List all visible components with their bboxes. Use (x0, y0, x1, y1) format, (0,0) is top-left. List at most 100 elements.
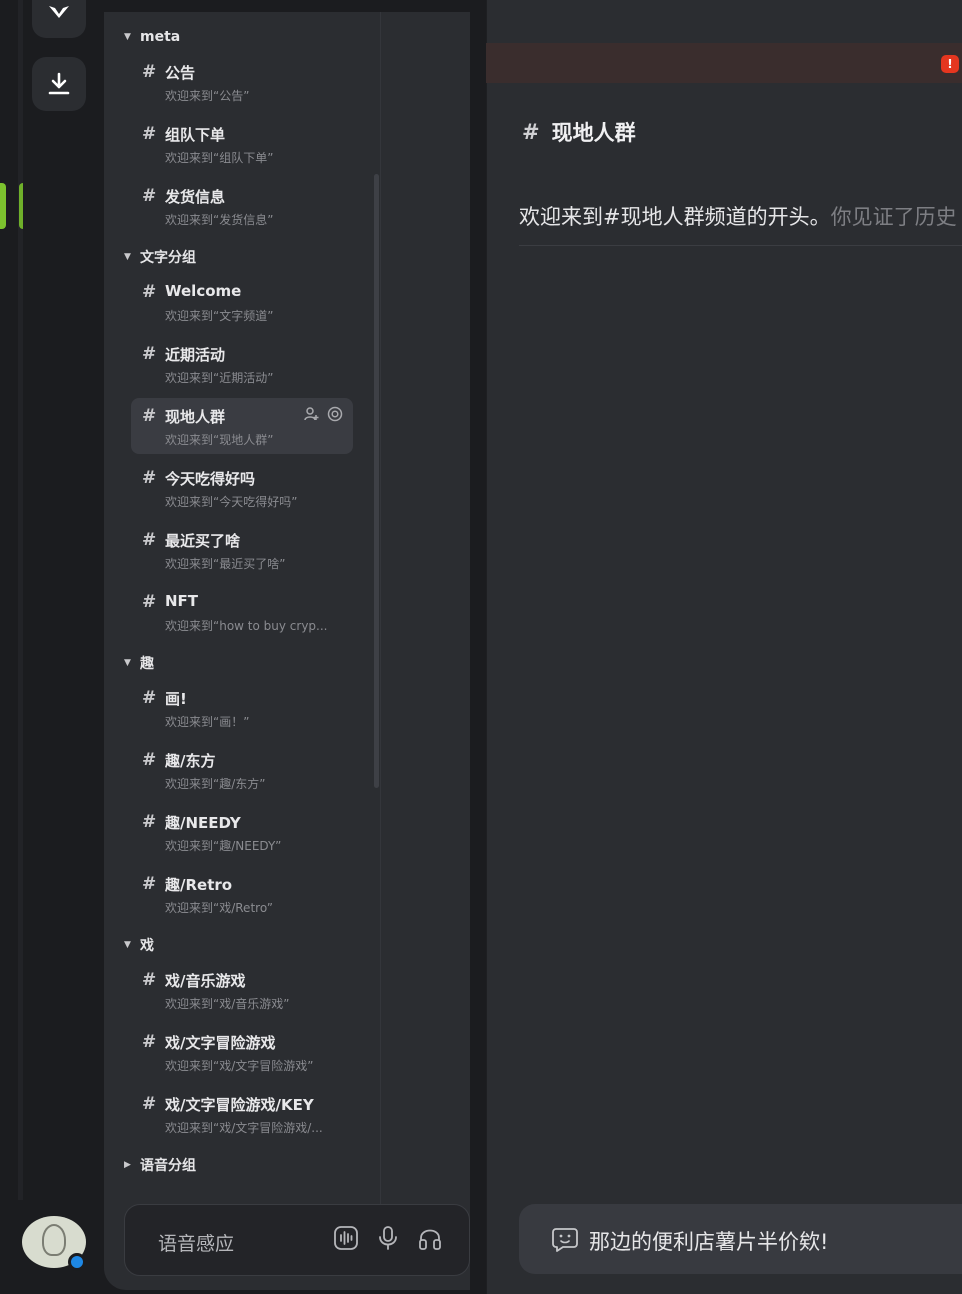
settings-icon[interactable] (327, 406, 343, 422)
server-selected-edge (19, 183, 23, 229)
channel-item[interactable]: # 最近买了啥 欢迎来到“最近买了啥” (131, 522, 353, 578)
channel-header: # 现地人群 (522, 117, 636, 147)
server-rail (0, 0, 104, 1294)
channel-item[interactable]: # 戏/文字冒险游戏/KEY 欢迎来到“戏/文字冒险游戏/... (131, 1086, 353, 1142)
channel-name: NFT (165, 592, 199, 610)
channel-item[interactable]: # 今天吃得好吗 欢迎来到“今天吃得好吗” (131, 460, 353, 516)
voice-icons (333, 1225, 443, 1251)
rail-strip (18, 0, 23, 1200)
channel-item[interactable]: # 发货信息 欢迎来到“发货信息” (131, 178, 353, 234)
hash-icon: # (142, 282, 157, 302)
channel-description: 欢迎来到“戏/Retro” (165, 901, 273, 915)
channel-item[interactable]: # 趣/Retro 欢迎来到“戏/Retro” (131, 866, 353, 922)
channel-name: 最近买了啥 (165, 532, 241, 550)
channel-name: 趣/东方 (165, 752, 216, 770)
hash-icon: # (142, 124, 157, 144)
channel-name: 近期活动 (165, 346, 226, 364)
channel-name: Welcome (165, 282, 242, 300)
add-member-icon[interactable] (303, 406, 319, 422)
channel-item[interactable]: # 趣/东方 欢迎来到“趣/东方” (131, 742, 353, 798)
voice-mode-label[interactable]: 语音感应 (158, 1229, 234, 1256)
channel-description: 欢迎来到“文字频道” (165, 309, 274, 323)
channel-description: 欢迎来到“今天吃得好吗” (165, 495, 298, 509)
channel-item-active[interactable]: # 现地人群 欢迎来到“现地人群” (131, 398, 353, 454)
headphones-icon[interactable] (417, 1225, 443, 1251)
chevron-right-icon: ▶ (124, 1160, 131, 1170)
channel-name: 今天吃得好吗 (165, 470, 256, 488)
channel-item[interactable]: # Welcome 欢迎来到“文字频道” (131, 274, 353, 330)
category-label: 文字分组 (140, 250, 196, 266)
download-button[interactable] (32, 57, 86, 111)
panel-divider (380, 12, 381, 1212)
channel-actions (303, 406, 343, 422)
channel-list-scrollbar[interactable] (374, 174, 379, 788)
hash-icon: # (142, 344, 157, 364)
channel-item[interactable]: # 趣/NEEDY 欢迎来到“趣/NEEDY” (131, 804, 353, 860)
status-badge (68, 1253, 86, 1271)
hash-icon: # (142, 592, 157, 612)
category-label: 戏 (140, 938, 154, 954)
voice-waveform-icon[interactable] (333, 1225, 359, 1251)
channel-name: 发货信息 (165, 188, 226, 206)
hash-icon: # (522, 120, 540, 144)
channel-item[interactable]: # 近期活动 欢迎来到“近期活动” (131, 336, 353, 392)
message-composer[interactable]: 那边的便利店薯片半价欸! (519, 1204, 962, 1274)
channel-description: 欢迎来到“how to buy cryp... (165, 619, 328, 633)
avatar-image (42, 1224, 66, 1256)
category-text-group[interactable]: ▼ 文字分组 (124, 247, 196, 267)
channel-name: 趣/Retro (165, 876, 233, 894)
voice-controls-bar: 语音感应 (124, 1204, 470, 1276)
category-fun[interactable]: ▼ 趣 (124, 653, 154, 673)
main-chat-area (486, 0, 962, 1294)
channel-name: 公告 (165, 64, 196, 82)
category-label: 趣 (140, 656, 154, 672)
hash-icon: # (142, 970, 157, 990)
channel-description: 欢迎来到“组队下单” (165, 151, 274, 165)
category-meta[interactable]: ▼ meta (124, 27, 180, 47)
channel-description: 欢迎来到“最近买了啥” (165, 557, 286, 571)
channel-item[interactable]: # 戏/音乐游戏 欢迎来到“戏/音乐游戏” (131, 962, 353, 1018)
channel-name: 画! (165, 690, 187, 708)
microphone-icon[interactable] (375, 1225, 401, 1251)
channel-name: 趣/NEEDY (165, 814, 241, 832)
home-button[interactable] (32, 0, 86, 38)
channel-name: 戏/音乐游戏 (165, 972, 246, 990)
hash-icon: # (142, 750, 157, 770)
channel-description: 欢迎来到“趣/NEEDY” (165, 839, 282, 853)
home-logo-icon (49, 6, 69, 18)
chevron-down-icon: ▼ (124, 658, 131, 668)
notice-banner (486, 43, 962, 83)
hash-icon: # (142, 812, 157, 832)
category-label: 语音分组 (140, 1158, 196, 1174)
hash-icon: # (142, 530, 157, 550)
hash-icon: # (142, 1032, 157, 1052)
message-input[interactable]: 那边的便利店薯片半价欸! (589, 1226, 828, 1256)
channel-description: 欢迎来到“发货信息” (165, 213, 274, 227)
alert-badge[interactable]: ! (941, 55, 959, 73)
divider (519, 245, 962, 246)
channel-description: 欢迎来到“戏/文字冒险游戏” (165, 1059, 314, 1073)
channel-description: 欢迎来到“戏/音乐游戏” (165, 997, 290, 1011)
hash-icon: # (142, 688, 157, 708)
hash-icon: # (142, 1094, 157, 1114)
server-selected-indicator (0, 183, 6, 229)
channel-welcome-message: 欢迎来到#现地人群频道的开头。你见证了历史 (519, 201, 957, 231)
chevron-down-icon: ▼ (124, 940, 131, 950)
channel-name: 戏/文字冒险游戏/KEY (165, 1096, 314, 1114)
channel-description: 欢迎来到“戏/文字冒险游戏/... (165, 1121, 323, 1135)
channel-item[interactable]: # 公告 欢迎来到“公告” (131, 54, 353, 110)
chevron-down-icon: ▼ (124, 252, 131, 262)
download-icon (48, 72, 70, 95)
channel-item[interactable]: # 画! 欢迎来到“画！” (131, 680, 353, 736)
category-games[interactable]: ▼ 戏 (124, 935, 154, 955)
category-voice-group[interactable]: ▶ 语音分组 (124, 1155, 196, 1175)
chevron-down-icon: ▼ (124, 32, 131, 42)
channel-item[interactable]: # NFT 欢迎来到“how to buy cryp... (131, 584, 353, 640)
channel-item[interactable]: # 戏/文字冒险游戏 欢迎来到“戏/文字冒险游戏” (131, 1024, 353, 1080)
channel-description: 欢迎来到“画！” (165, 715, 250, 729)
channel-item[interactable]: # 组队下单 欢迎来到“组队下单” (131, 116, 353, 172)
channel-name: 组队下单 (165, 126, 226, 144)
emoji-icon[interactable] (551, 1225, 579, 1257)
page-title: 现地人群 (551, 121, 636, 145)
channel-description: 欢迎来到“现地人群” (165, 433, 274, 447)
